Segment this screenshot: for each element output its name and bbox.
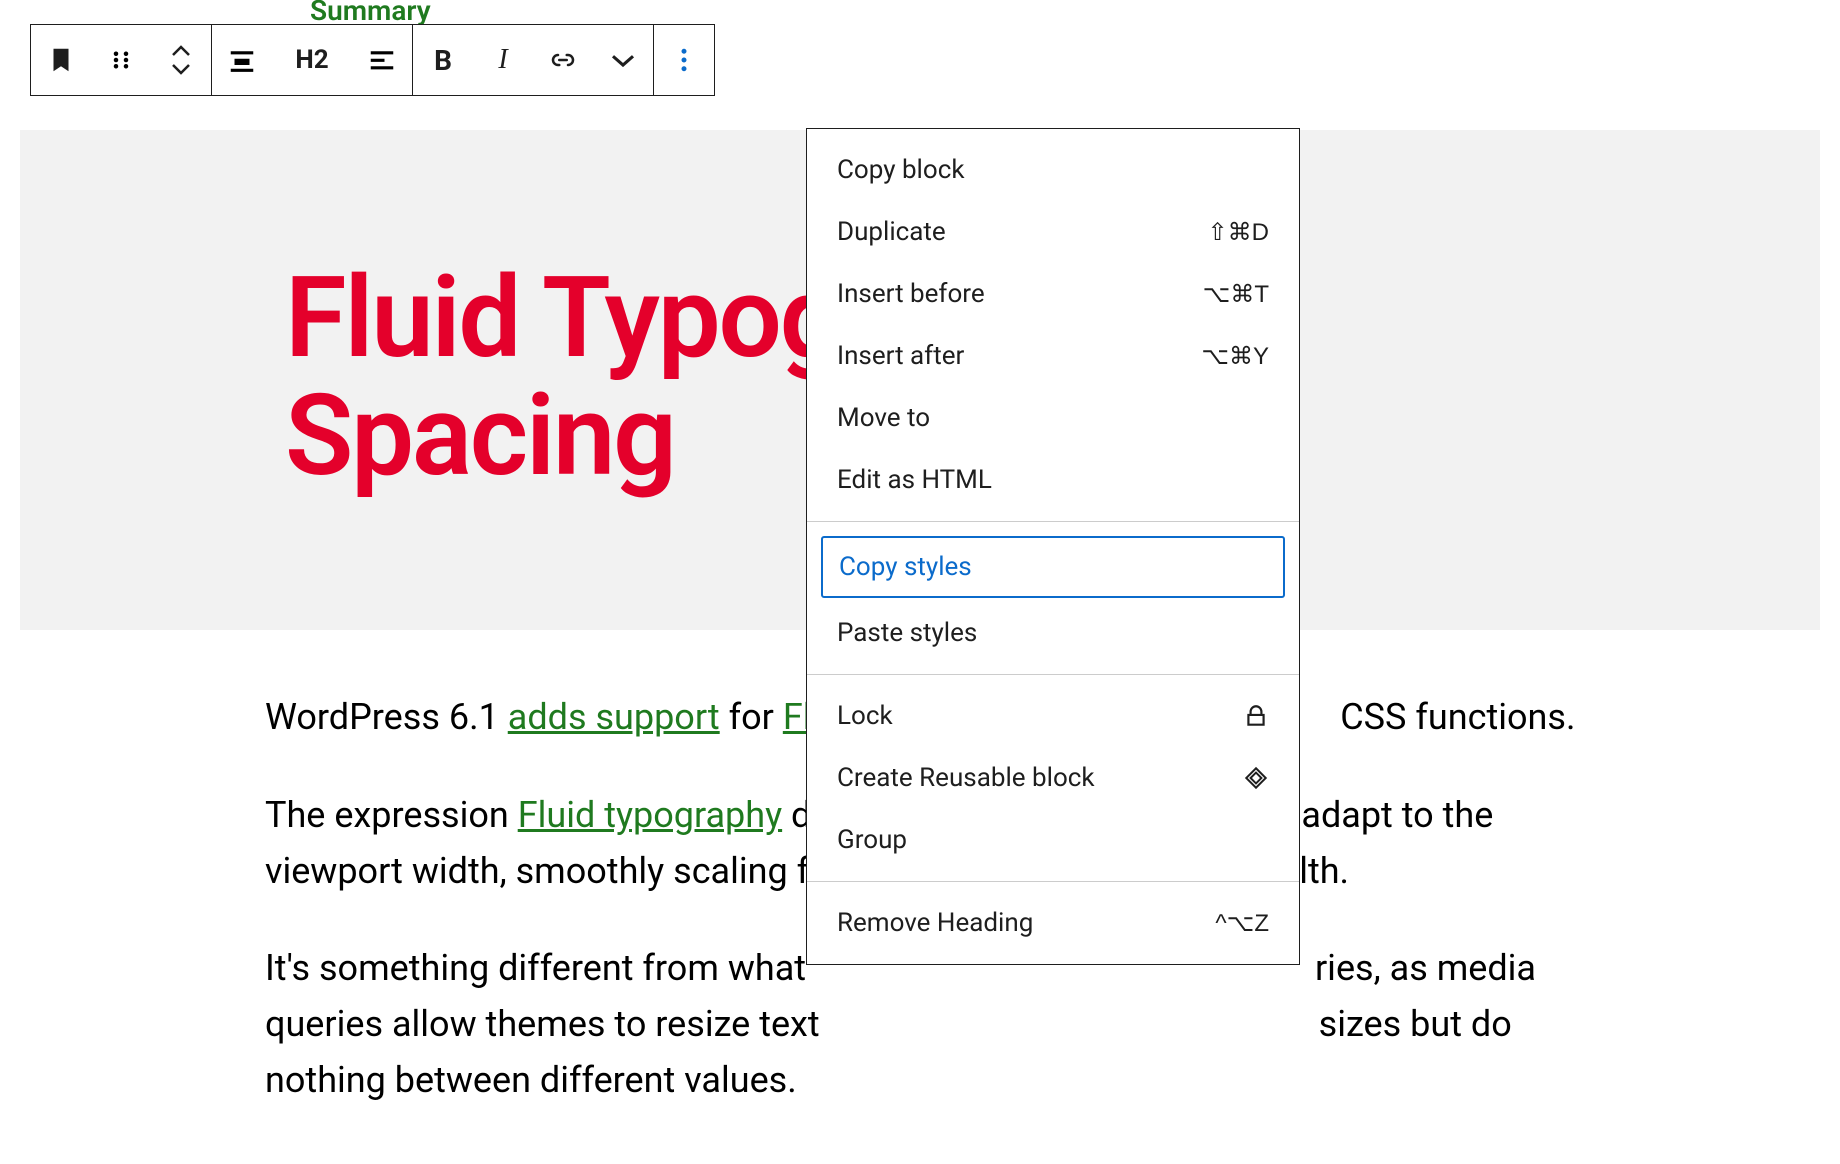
lock-icon: [1243, 703, 1269, 729]
drag-handle-button[interactable]: [91, 25, 151, 95]
more-vertical-icon: [669, 45, 699, 75]
menu-edit-html[interactable]: Edit as HTML: [807, 449, 1299, 511]
text-align-button[interactable]: [352, 25, 412, 95]
move-up-down-button[interactable]: [151, 25, 211, 95]
menu-paste-styles[interactable]: Paste styles: [807, 602, 1299, 664]
menu-copy-block[interactable]: Copy block: [807, 139, 1299, 201]
drag-icon: [106, 45, 136, 75]
link-icon: [548, 45, 578, 75]
align-icon: [227, 45, 257, 75]
shortcut-label: ⌥⌘T: [1203, 280, 1269, 309]
menu-reusable-block[interactable]: Create Reusable block: [807, 747, 1299, 809]
bookmark-icon: [46, 45, 76, 75]
link-button[interactable]: [533, 25, 593, 95]
page-title[interactable]: Fluid Typogr Spacing: [285, 260, 879, 495]
text-align-left-icon: [367, 45, 397, 75]
menu-insert-before[interactable]: Insert before ⌥⌘T: [807, 263, 1299, 325]
heading-level-button[interactable]: H2: [272, 25, 352, 95]
menu-duplicate[interactable]: Duplicate ⇧⌘D: [807, 201, 1299, 263]
menu-lock[interactable]: Lock: [807, 685, 1299, 747]
menu-copy-styles[interactable]: Copy styles: [821, 536, 1285, 598]
truncated-link: Summary: [310, 0, 431, 27]
shortcut-label: ^⌥Z: [1215, 909, 1269, 938]
block-toolbar: H2 B I: [30, 24, 715, 96]
paragraph[interactable]: It's something different from what ries,…: [265, 941, 1600, 1108]
chevron-up-icon: [171, 45, 191, 57]
block-type-button[interactable]: [31, 25, 91, 95]
chevron-down-icon: [608, 45, 638, 75]
heading-level-label: H2: [295, 45, 328, 75]
chevron-down-icon: [171, 63, 191, 75]
shortcut-label: ⌥⌘Y: [1201, 342, 1269, 371]
menu-group[interactable]: Group: [807, 809, 1299, 871]
italic-button[interactable]: I: [473, 25, 533, 95]
block-options-menu: Copy block Duplicate ⇧⌘D Insert before ⌥…: [806, 128, 1300, 965]
more-rich-text-button[interactable]: [593, 25, 653, 95]
options-button[interactable]: [654, 25, 714, 95]
menu-insert-after[interactable]: Insert after ⌥⌘Y: [807, 325, 1299, 387]
link-fluid-typography[interactable]: Fluid typography: [518, 794, 782, 836]
menu-move-to[interactable]: Move to: [807, 387, 1299, 449]
shortcut-label: ⇧⌘D: [1208, 218, 1269, 247]
bold-button[interactable]: B: [413, 25, 473, 95]
align-button[interactable]: [212, 25, 272, 95]
link-adds-support[interactable]: adds support: [508, 696, 720, 738]
menu-remove-heading[interactable]: Remove Heading ^⌥Z: [807, 892, 1299, 954]
reusable-icon: [1243, 765, 1269, 791]
